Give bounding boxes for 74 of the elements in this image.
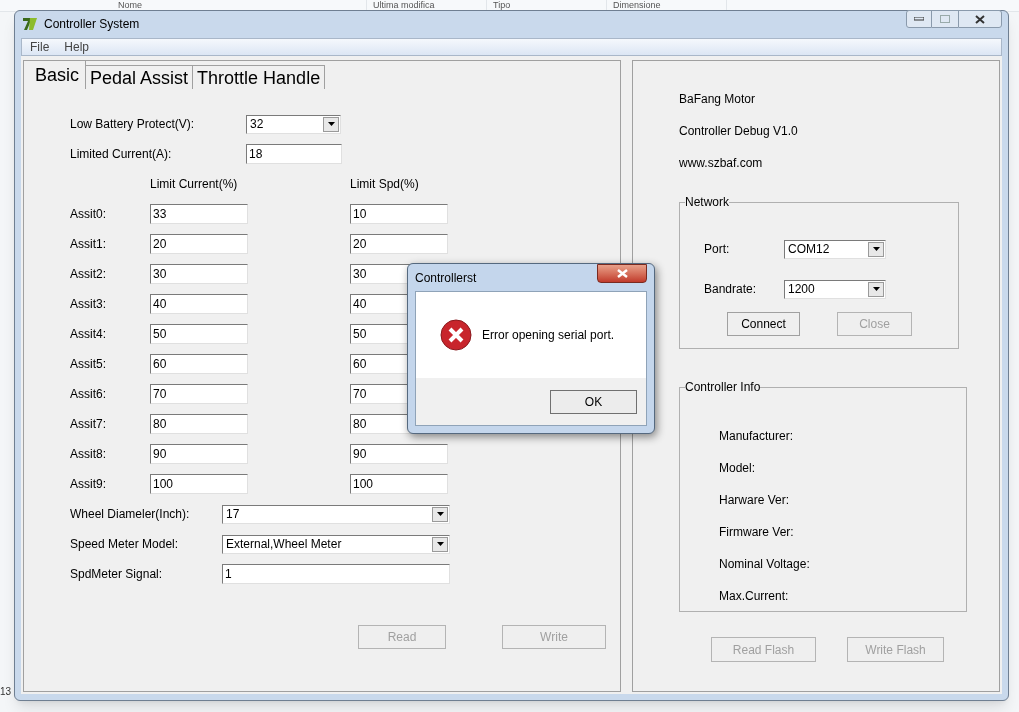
input-field[interactable]: 30 xyxy=(150,264,248,284)
input-field[interactable]: 20 xyxy=(350,234,448,254)
tab[interactable]: Pedal Assist xyxy=(86,65,194,89)
field-label: Nominal Voltage: xyxy=(719,556,810,573)
input-field[interactable]: 70 xyxy=(150,384,248,404)
close-icon xyxy=(975,14,985,24)
field-label: Assit6: xyxy=(70,386,107,403)
caret-icon xyxy=(327,122,335,126)
error-icon xyxy=(440,319,472,351)
field-label: Harware Ver: xyxy=(719,492,790,509)
field-label: Assit7: xyxy=(70,416,107,433)
input-field[interactable]: 80 xyxy=(150,414,248,434)
field-label: Assit3: xyxy=(70,296,107,313)
input-field[interactable]: 60 xyxy=(150,354,248,374)
caret-icon xyxy=(436,542,444,546)
field-label: Firmware Ver: xyxy=(719,524,794,541)
input-field[interactable]: 18 xyxy=(246,144,342,164)
tab[interactable]: Throttle Handle xyxy=(193,65,326,89)
field-label: Model: xyxy=(719,460,756,477)
info-text: BaFang Motor xyxy=(679,91,756,108)
field-label: Assit1: xyxy=(70,236,107,253)
close-button[interactable] xyxy=(597,264,647,283)
minimize-button[interactable] xyxy=(906,10,932,28)
dropdown[interactable]: External,Wheel Meter xyxy=(222,534,450,554)
dropdown[interactable]: 1200 xyxy=(784,279,886,299)
input-field[interactable]: 10 xyxy=(350,204,448,224)
field-label: Assit0: xyxy=(70,206,107,223)
field-label: Assit5: xyxy=(70,356,107,373)
input-field[interactable]: 100 xyxy=(150,474,248,494)
column-header: Limit Current(%) xyxy=(150,176,239,193)
error-message: Error opening serial port. xyxy=(482,327,615,344)
input-field[interactable]: 90 xyxy=(350,444,448,464)
input-field[interactable]: 50 xyxy=(150,324,248,344)
ok-button[interactable]: OK xyxy=(550,389,637,414)
field-label: Assit4: xyxy=(70,326,107,343)
field-label: Speed Meter Model: xyxy=(70,536,180,553)
info-text: www.szbaf.com xyxy=(679,155,763,172)
maximize-icon xyxy=(940,15,950,23)
menu-item[interactable]: File xyxy=(30,38,50,56)
dropdown[interactable]: 32 xyxy=(246,114,341,134)
field-label: Max.Current: xyxy=(719,588,789,605)
dropdown[interactable]: COM12 xyxy=(784,239,886,259)
field-label: Assit9: xyxy=(70,476,107,493)
input-field[interactable]: 1 xyxy=(222,564,450,584)
field-label: Port: xyxy=(704,241,731,258)
field-label: Bandrate: xyxy=(704,281,758,298)
caret-icon xyxy=(436,512,444,516)
info-text: Controller Debug V1.0 xyxy=(679,123,798,140)
field-label: SpdMeter Signal: xyxy=(70,566,164,583)
dropdown[interactable]: 17 xyxy=(222,504,450,524)
input-field[interactable]: 100 xyxy=(350,474,448,494)
input-field[interactable]: 33 xyxy=(150,204,248,224)
field-label: Assit8: xyxy=(70,446,107,463)
action-button[interactable]: Connect xyxy=(727,312,800,336)
minimize-icon xyxy=(914,17,924,21)
input-field[interactable]: 90 xyxy=(150,444,248,464)
caret-icon xyxy=(872,287,880,291)
menu-item[interactable]: Help xyxy=(64,38,90,56)
field-label: Wheel Diameler(Inch): xyxy=(70,506,191,523)
input-field[interactable]: 20 xyxy=(150,234,248,254)
close-icon xyxy=(616,269,628,278)
field-label: Low Battery Protect(V): xyxy=(70,116,196,133)
field-label: Limited Current(A): xyxy=(70,146,173,163)
app-logo-icon xyxy=(22,16,38,32)
group-label: Network xyxy=(685,194,729,211)
close-button[interactable] xyxy=(958,10,1002,28)
background-text: 13 xyxy=(0,685,12,699)
field-label: Assit2: xyxy=(70,266,107,283)
caret-icon xyxy=(872,247,880,251)
input-field[interactable]: 40 xyxy=(150,294,248,314)
group-label: Controller Info xyxy=(685,379,761,396)
column-header: Limit Spd(%) xyxy=(350,176,419,193)
field-label: Manufacturer: xyxy=(719,428,794,445)
window-title: Controller System xyxy=(44,16,140,33)
